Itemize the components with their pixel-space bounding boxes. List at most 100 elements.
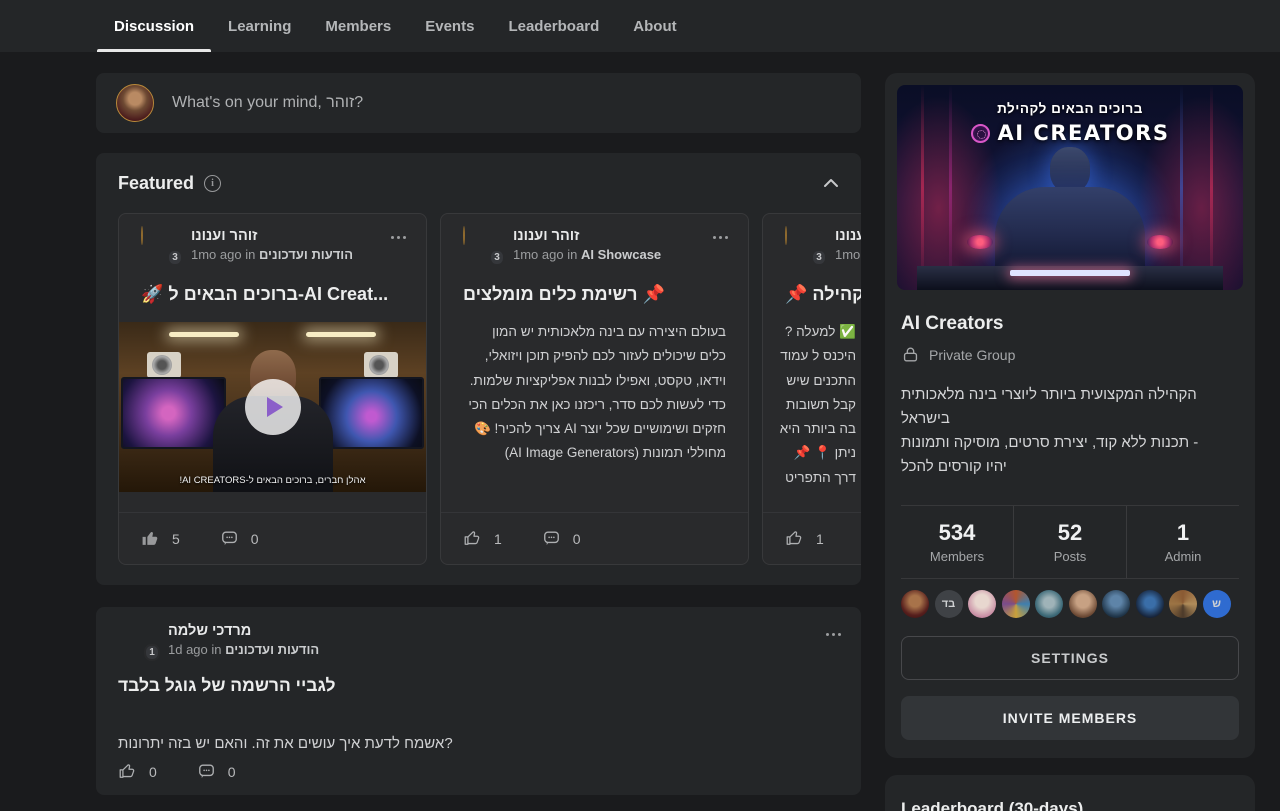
post-title[interactable]: לגביי הרשמה של גוגל בלבד xyxy=(118,675,335,696)
like-button[interactable] xyxy=(463,529,482,548)
member-avatar[interactable] xyxy=(968,590,996,618)
member-avatar[interactable] xyxy=(1136,590,1164,618)
like-button[interactable] xyxy=(785,529,804,548)
post-title[interactable]: 📌 קהילה xyxy=(785,284,861,305)
comment-button[interactable] xyxy=(220,529,239,548)
author-name[interactable]: זוהר וענונו xyxy=(191,227,353,246)
author-avatar[interactable]: 3 xyxy=(463,227,499,263)
invite-members-button[interactable]: INVITE MEMBERS xyxy=(901,696,1239,740)
monitor-decor xyxy=(319,377,424,449)
group-description: הקהילה המקצועית ביותר ליוצרי בינה מלאכות… xyxy=(901,383,1239,479)
post-title[interactable]: 🚀 ברוכים הבאים ל-AI Creat... xyxy=(141,284,416,305)
avatar xyxy=(141,226,143,245)
tab-learning[interactable]: Learning xyxy=(211,0,308,52)
info-icon[interactable]: i xyxy=(204,175,221,192)
like-button[interactable] xyxy=(118,762,137,781)
featured-header: Featured i xyxy=(118,153,839,213)
more-options-button[interactable] xyxy=(387,232,410,243)
category-link[interactable]: AI Showcase xyxy=(581,247,661,262)
category-link[interactable]: הודעות ועדכונים xyxy=(259,247,353,262)
comment-count: 0 xyxy=(228,764,236,780)
leaderboard-card: Leaderboard (30-days) xyxy=(885,775,1255,811)
post-actions: 5 0 xyxy=(119,512,426,564)
settings-button[interactable]: SETTINGS xyxy=(901,636,1239,680)
author-name[interactable]: מרדכי שלמה xyxy=(168,622,319,641)
featured-title: Featured xyxy=(118,173,194,194)
lamp-decor xyxy=(169,332,239,337)
stat-members[interactable]: 534 Members xyxy=(901,506,1013,578)
stat-value: 52 xyxy=(1058,520,1082,546)
member-avatar[interactable] xyxy=(901,590,929,618)
card-header: 3 זוהר וענונו 1mo ago in הודעות ועדכונים xyxy=(141,227,386,264)
more-options-button[interactable] xyxy=(709,232,732,243)
category-link[interactable]: הודעות ועדכונים xyxy=(225,642,319,657)
stat-label: Admin xyxy=(1165,549,1202,564)
level-badge: 3 xyxy=(489,249,505,266)
tab-leaderboard[interactable]: Leaderboard xyxy=(491,0,616,52)
tab-discussion[interactable]: Discussion xyxy=(97,0,211,52)
top-nav-bar: Discussion Learning Members Events Leade… xyxy=(0,0,1280,52)
divider xyxy=(901,578,1239,579)
tab-members[interactable]: Members xyxy=(308,0,408,52)
avatar xyxy=(463,226,465,245)
like-button[interactable] xyxy=(141,529,160,548)
like-count: 1 xyxy=(494,531,502,547)
thumbs-up-icon xyxy=(785,529,804,548)
author-name[interactable]: זוהר וענונו xyxy=(835,227,861,246)
group-stats: 534 Members 52 Posts 1 Admin xyxy=(901,506,1239,578)
tab-events[interactable]: Events xyxy=(408,0,491,52)
post-meta: 1mo xyxy=(835,246,861,264)
feed-post[interactable]: 1 מרדכי שלמה 1d ago in הודעות ועדכונים ל… xyxy=(96,607,861,795)
comment-icon xyxy=(220,529,239,548)
post-composer-input[interactable]: What's on your mind, זוהר? xyxy=(172,73,363,133)
comment-button[interactable] xyxy=(542,529,561,548)
stat-label: Members xyxy=(930,549,984,564)
tab-about[interactable]: About xyxy=(616,0,693,52)
member-avatar[interactable] xyxy=(1102,590,1130,618)
monitor-decor xyxy=(121,377,226,449)
post-composer[interactable]: What's on your mind, זוהר? xyxy=(96,73,861,133)
member-avatar[interactable] xyxy=(1069,590,1097,618)
collapse-featured-button[interactable] xyxy=(823,178,839,188)
stat-value: 1 xyxy=(1177,520,1189,546)
featured-card-welcome[interactable]: 3 זוהר וענונו 1mo ago in הודעות ועדכונים… xyxy=(118,213,427,565)
featured-cards-row: 3 זוהר וענונו 1mo ago in הודעות ועדכונים… xyxy=(118,213,861,565)
speaker-decor xyxy=(147,352,181,378)
leaderboard-title: Leaderboard (30-days) xyxy=(901,799,1083,811)
post-body: אשמח לדעת איך עושים את זה. והאם יש בזה י… xyxy=(118,735,839,752)
play-button[interactable] xyxy=(245,379,301,435)
author-avatar[interactable]: 1 xyxy=(118,622,154,658)
member-avatar[interactable] xyxy=(1169,590,1197,618)
author-name[interactable]: זוהר וענונו xyxy=(513,227,661,246)
video-caption: אהלן חברים, ברוכים הבאים ל-AI CREATORS! xyxy=(119,475,426,486)
card-header: 3 זוהר וענונו 1mo xyxy=(785,227,861,264)
banner-title-row: AI CREATORS xyxy=(897,121,1243,145)
privacy-label: Private Group xyxy=(929,347,1015,363)
chevron-up-icon xyxy=(823,178,839,188)
post-title[interactable]: רשימת כלים מומלצים 📌 xyxy=(463,284,738,305)
like-count: 1 xyxy=(816,531,824,547)
comment-count: 0 xyxy=(573,531,581,547)
featured-card-community[interactable]: 3 זוהר וענונו 1mo 📌 קהילה ? למעלה ✅ היכנ… xyxy=(762,213,861,565)
comment-button[interactable] xyxy=(197,762,216,781)
member-avatar[interactable] xyxy=(1002,590,1030,618)
lock-icon xyxy=(901,345,920,364)
post-actions: 0 0 xyxy=(118,762,264,781)
current-user-avatar xyxy=(116,84,154,122)
post-body: ? למעלה ✅ היכנס ל עמוד התכנים שיש קבל תש… xyxy=(603,320,856,490)
brain-icon xyxy=(971,124,990,143)
more-options-button[interactable] xyxy=(822,629,845,640)
group-privacy: Private Group xyxy=(901,345,1015,364)
stat-admins[interactable]: 1 Admin xyxy=(1126,506,1239,578)
stat-label: Posts xyxy=(1054,549,1087,564)
video-thumbnail[interactable]: אהלן חברים, ברוכים הבאים ל-AI CREATORS! xyxy=(119,322,426,492)
member-avatar[interactable]: ש xyxy=(1203,590,1231,618)
author-avatar[interactable]: 3 xyxy=(141,227,177,263)
post-meta: 1mo ago in AI Showcase xyxy=(513,246,661,264)
level-badge: 3 xyxy=(811,249,827,266)
post-actions: 1 0 xyxy=(441,512,748,564)
member-avatar[interactable] xyxy=(1035,590,1063,618)
stat-posts[interactable]: 52 Posts xyxy=(1013,506,1126,578)
author-avatar[interactable]: 3 xyxy=(785,227,821,263)
member-avatar[interactable]: בד xyxy=(935,590,963,618)
